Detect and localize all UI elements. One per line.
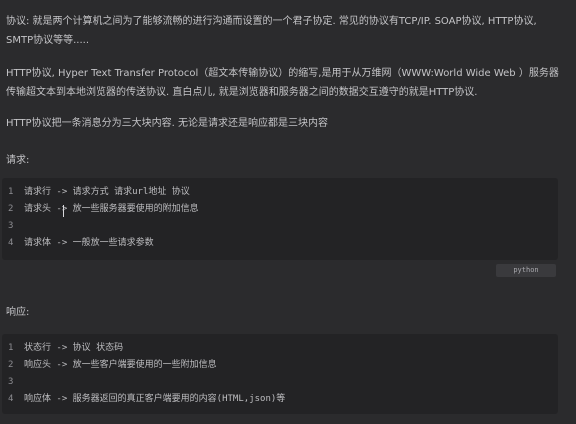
code-line: 4 请求体 -> 一般放一些请求参数 [2, 235, 154, 251]
code-text: 请求体 -> 一般放一些请求参数 [24, 238, 154, 248]
response-code-block: 1 状态行 -> 协议 状态码 2 响应头 -> 放一些客户端要使用的一些附加信息 … [2, 334, 558, 414]
text-cursor [63, 205, 64, 217]
http-definition-paragraph: HTTP协议, Hyper Text Transfer Protocol（超文本… [6, 68, 559, 98]
code-line: 2 响应头 -> 放一些客户端要使用的一些附加信息 [2, 357, 217, 373]
document-page: 协议: 就是两个计算机之间为了能够流畅的进行沟通而设置的一个君子协定. 常见的协… [0, 0, 576, 424]
line-number: 2 [8, 360, 14, 370]
line-number: 3 [8, 377, 14, 387]
code-text: 响应体 -> 服务器返回的真正客户端要用的内容(HTML,json)等 [24, 394, 286, 404]
code-line: 1 状态行 -> 协议 状态码 [2, 340, 123, 356]
code-line: 2 请求头 -> 放一些服务器要使用的附加信息 [2, 201, 199, 217]
line-number: 4 [8, 394, 14, 404]
code-line: 1 请求行 -> 请求方式 请求url地址 协议 [2, 184, 190, 200]
code-line: 3 [2, 218, 24, 234]
line-number: 1 [8, 187, 14, 197]
three-parts-paragraph: HTTP协议把一条消息分为三大块内容. 无论是请求还是响应都是三块内容 [6, 118, 328, 129]
line-number: 1 [8, 343, 14, 353]
code-text: 请求头 -> 放一些服务器要使用的附加信息 [24, 204, 199, 214]
request-code-block: 1 请求行 -> 请求方式 请求url地址 协议 2 请求头 -> 放一些服务器要使… [2, 178, 558, 260]
code-language-badge[interactable]: python [496, 264, 556, 277]
code-text: 状态行 -> 协议 状态码 [24, 343, 124, 353]
request-heading: 请求: [6, 155, 30, 166]
code-text: 响应头 -> 放一些客户端要使用的一些附加信息 [24, 360, 217, 370]
code-line: 4 响应体 -> 服务器返回的真正客户端要用的内容(HTML,json)等 [2, 391, 285, 407]
line-number: 4 [8, 238, 14, 248]
protocol-definition-paragraph: 协议: 就是两个计算机之间为了能够流畅的进行沟通而设置的一个君子协定. 常见的协… [6, 16, 537, 46]
line-number: 3 [8, 221, 14, 231]
code-line: 3 [2, 374, 24, 390]
code-text: 请求行 -> 请求方式 请求url地址 协议 [24, 187, 190, 197]
response-heading: 响应: [6, 307, 30, 318]
line-number: 2 [8, 204, 14, 214]
